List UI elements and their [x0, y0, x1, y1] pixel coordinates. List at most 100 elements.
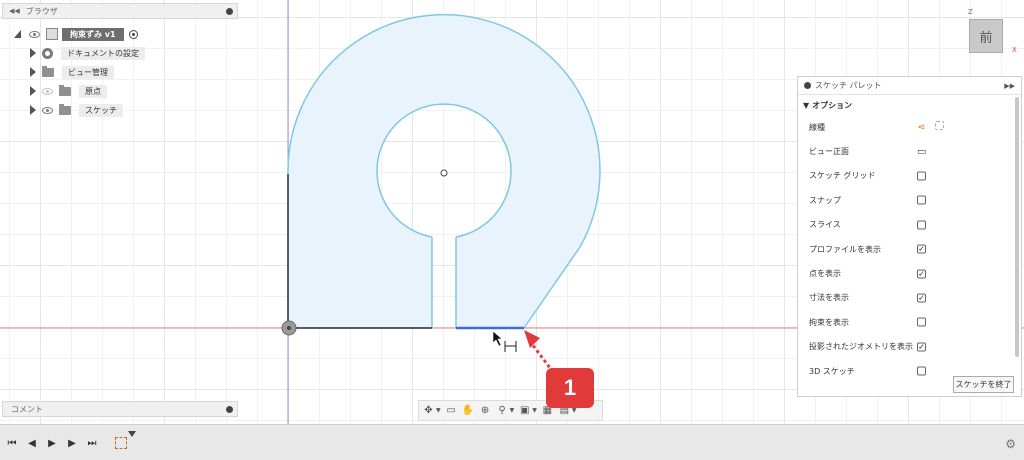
checkbox[interactable]: ✓ — [917, 269, 926, 279]
checkbox[interactable] — [917, 317, 926, 327]
checkbox[interactable]: ✓ — [917, 293, 926, 303]
palette-minimize-icon[interactable] — [804, 82, 811, 89]
horizontal-dimension-icon — [504, 341, 517, 352]
options-list: 線種 ⋖ ビュー正面 ▭ スケッチ グリッド スナップ スライス プロファイルを表示 ✓ 点を表示… — [798, 115, 1021, 383]
display-settings-icon[interactable]: ▣ — [518, 404, 531, 417]
folder-icon — [59, 84, 71, 96]
browser-title: ブラウザ — [25, 6, 58, 16]
tree-item-document-settings[interactable]: ドキュメントの設定 — [30, 45, 145, 61]
palette-option-row[interactable]: 点を表示 ✓ — [798, 261, 1021, 285]
expand-triangle-icon[interactable] — [30, 67, 36, 77]
palette-option-row[interactable]: 線種 ⋖ — [798, 115, 1021, 139]
centerline-icon[interactable] — [935, 121, 945, 131]
orbit-caret-icon[interactable]: ▼ — [436, 407, 441, 414]
palette-option-label: 投影されたジオメトリを表示 — [809, 342, 913, 352]
options-section-title: オプション — [812, 100, 853, 110]
zoom-icon[interactable]: ⊕ — [479, 404, 492, 417]
center-point[interactable] — [440, 169, 448, 177]
timeline-bar: ⏮ ◀ ▶ ▶ ⏭ ⚙ — [0, 424, 1024, 460]
palette-option-label: 寸法を表示 — [809, 293, 849, 303]
construction-line-icon[interactable]: ⋖ — [917, 122, 925, 133]
palette-option-row[interactable]: ビュー正面 ▭ — [798, 139, 1021, 163]
display-caret-icon[interactable]: ▼ — [532, 407, 537, 414]
palette-option-row[interactable]: スナップ — [798, 188, 1021, 212]
comment-add-icon[interactable] — [226, 405, 233, 413]
timeline-sketch-feature-icon[interactable] — [115, 437, 127, 449]
palette-option-label: 3D スケッチ — [809, 366, 855, 376]
visibility-eye-icon[interactable] — [29, 30, 40, 38]
orbit-icon[interactable]: ✥ — [422, 404, 435, 417]
palette-option-row[interactable]: 拘束を表示 — [798, 310, 1021, 334]
step-back-icon[interactable]: ◀ — [26, 437, 38, 449]
finish-sketch-button[interactable]: スケッチを終了 — [953, 376, 1014, 393]
expand-triangle-icon[interactable] — [30, 48, 36, 58]
tree-root-row[interactable]: 拘束ずみ v1 — [14, 26, 138, 42]
activate-radio-icon[interactable] — [128, 29, 138, 39]
tree-item-label: スケッチ — [79, 103, 123, 117]
browser-panel-header[interactable]: ◀◀ ブラウザ — [2, 3, 238, 19]
mouse-cursor-icon — [492, 330, 503, 347]
viewcube-face-label: 前 — [979, 30, 993, 46]
callout-badge: 1 — [546, 368, 594, 408]
gear-icon — [42, 47, 53, 59]
folder-icon — [42, 65, 54, 77]
callout-arrowhead — [524, 330, 540, 348]
tree-root-label[interactable]: 拘束ずみ v1 — [62, 27, 124, 41]
tree-item-label: ビュー管理 — [62, 65, 114, 79]
visibility-eye-icon[interactable] — [42, 106, 53, 114]
palette-option-label: プロファイルを表示 — [809, 244, 881, 254]
component-icon — [46, 28, 58, 40]
expand-triangle-icon[interactable] — [30, 86, 36, 96]
viewports-caret-icon[interactable]: ▼ — [572, 407, 577, 414]
palette-option-label: 点を表示 — [809, 269, 841, 279]
collapse-arrows-icon[interactable]: ◀◀ — [9, 7, 20, 15]
palette-expand-arrows-icon[interactable]: ▶▶ — [1004, 82, 1015, 90]
checkbox[interactable]: ✓ — [917, 244, 926, 254]
timeline-marker-icon[interactable] — [128, 431, 136, 437]
comment-panel-header[interactable]: コメント — [2, 401, 238, 417]
folder-icon — [59, 103, 71, 115]
origin-point-dot — [287, 326, 291, 330]
palette-option-row[interactable]: 寸法を表示 ✓ — [798, 286, 1021, 310]
palette-option-row[interactable]: 投影されたジオメトリを表示 ✓ — [798, 335, 1021, 359]
timeline-settings-gear-icon[interactable]: ⚙ — [1005, 437, 1016, 451]
tree-item-label: 原点 — [79, 84, 107, 98]
tree-item-sketch[interactable]: スケッチ — [30, 102, 123, 118]
panel-minimize-icon[interactable] — [226, 7, 233, 15]
checkbox[interactable] — [917, 171, 926, 181]
go-to-start-icon[interactable]: ⏮ — [6, 437, 18, 449]
collapse-triangle-icon[interactable]: ▼ — [803, 101, 809, 110]
checkbox[interactable] — [917, 366, 926, 376]
tree-item-view-management[interactable]: ビュー管理 — [30, 64, 114, 80]
expand-triangle-icon[interactable] — [30, 105, 36, 115]
look-at-icon[interactable]: ▭ — [917, 146, 926, 157]
checkbox[interactable] — [917, 195, 926, 205]
palette-option-row[interactable]: スケッチ グリッド — [798, 164, 1021, 188]
palette-scrollbar[interactable] — [1015, 97, 1019, 357]
go-to-end-icon[interactable]: ⏭ — [86, 437, 98, 449]
palette-option-label: ビュー正面 — [809, 147, 849, 157]
play-icon[interactable]: ▶ — [46, 437, 58, 449]
palette-header[interactable]: スケッチ パレット ▶▶ — [798, 77, 1021, 95]
palette-option-row[interactable]: プロファイルを表示 ✓ — [798, 237, 1021, 261]
step-forward-icon[interactable]: ▶ — [66, 437, 78, 449]
zoom-caret-icon[interactable]: ▼ — [510, 407, 515, 414]
palette-option-label: スケッチ グリッド — [809, 171, 876, 181]
comment-label: コメント — [11, 404, 43, 414]
palette-title: スケッチ パレット — [815, 81, 882, 90]
tree-item-label: ドキュメントの設定 — [61, 46, 145, 60]
checkbox[interactable]: ✓ — [917, 342, 926, 352]
look-at-icon[interactable]: ▭ — [445, 404, 458, 417]
expand-triangle-icon[interactable] — [14, 30, 21, 38]
checkbox[interactable] — [917, 220, 926, 230]
pan-hand-icon[interactable]: ✋ — [462, 404, 475, 417]
options-section-header[interactable]: ▼ オプション — [798, 95, 1021, 115]
palette-option-row[interactable]: スライス — [798, 213, 1021, 237]
tree-item-origin[interactable]: 原点 — [30, 83, 107, 99]
palette-option-label: スナップ — [809, 195, 841, 205]
visibility-eye-icon[interactable] — [42, 87, 53, 95]
viewcube[interactable]: 前 — [969, 19, 1003, 53]
sketch-palette: スケッチ パレット ▶▶ ▼ オプション 線種 ⋖ ビュー正面 ▭ スケッチ グリッドス… — [797, 76, 1022, 397]
x-axis-label: X — [1012, 46, 1017, 54]
zoom-window-icon[interactable]: ⚲ — [496, 404, 509, 417]
